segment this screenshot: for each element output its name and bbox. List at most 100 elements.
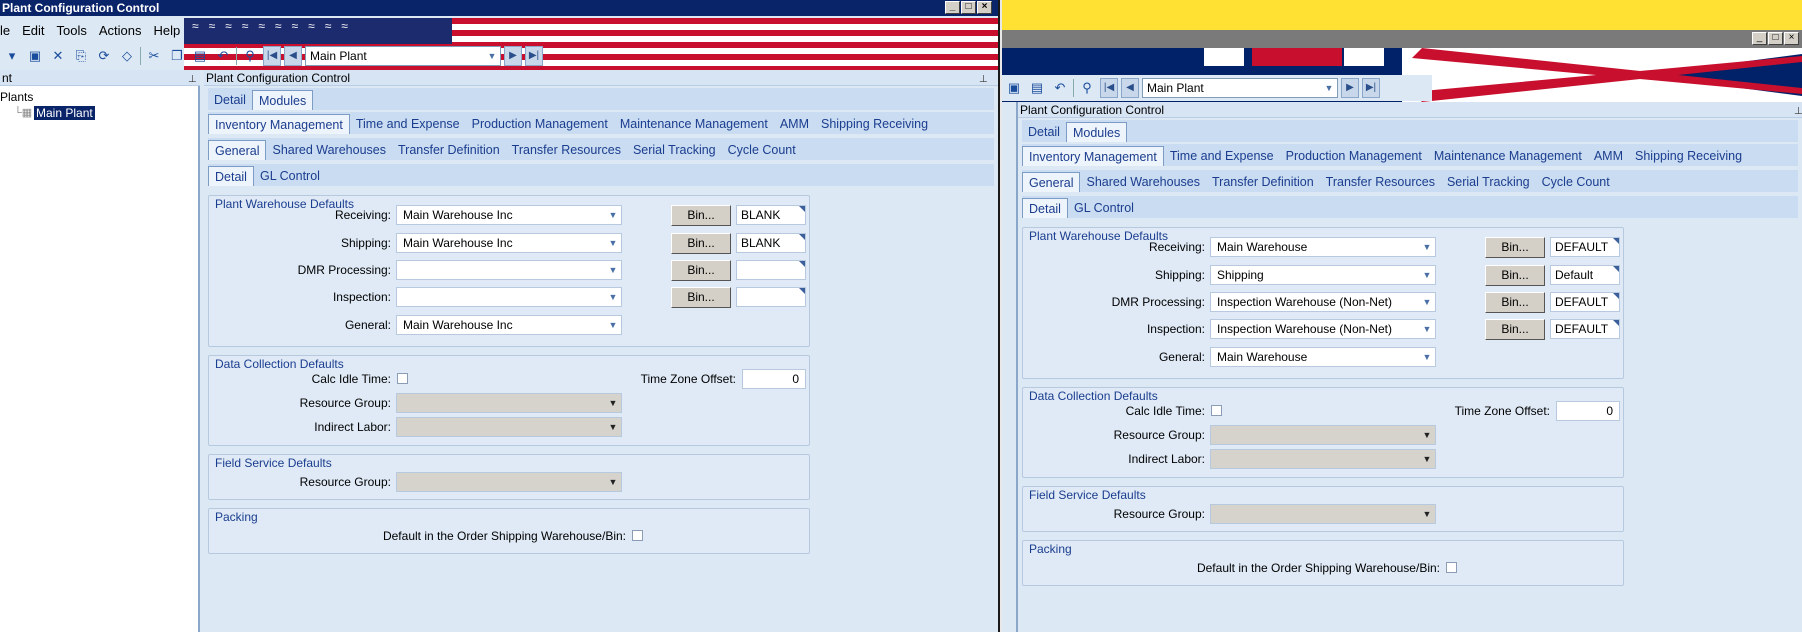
minimize-button[interactable]: _ xyxy=(945,1,960,14)
menu-tools[interactable]: Tools xyxy=(51,23,93,38)
general-combo[interactable]: Main Warehouse ▼ xyxy=(1210,347,1436,367)
tab-amm[interactable]: AMM xyxy=(1588,146,1629,166)
tab-serial-tracking[interactable]: Serial Tracking xyxy=(627,140,722,160)
tab-maintenance-management[interactable]: Maintenance Management xyxy=(1428,146,1588,166)
tab-cycle-count[interactable]: Cycle Count xyxy=(722,140,802,160)
field-resource-group-combo[interactable]: ▼ xyxy=(396,472,622,492)
shipping-bin-field[interactable]: BLANK xyxy=(736,233,806,253)
calc-idle-time-checkbox[interactable] xyxy=(397,373,408,384)
tab-inventory-management[interactable]: Inventory Management xyxy=(1022,146,1164,166)
receiving-combo[interactable]: Main Warehouse Inc ▼ xyxy=(396,205,622,225)
undo-icon[interactable]: ↶ xyxy=(213,46,233,66)
shipping-combo[interactable]: Shipping ▼ xyxy=(1210,265,1436,285)
pin-icon[interactable]: ⊥ xyxy=(979,72,988,88)
attach-icon[interactable]: ⎘ xyxy=(71,46,91,66)
close-button[interactable]: × xyxy=(1784,32,1799,45)
tab-general[interactable]: General xyxy=(1022,172,1081,192)
maximize-button[interactable]: □ xyxy=(961,1,976,14)
maximize-button[interactable]: □ xyxy=(1768,32,1783,45)
tab-production-management[interactable]: Production Management xyxy=(466,114,614,134)
close-button[interactable]: × xyxy=(977,1,992,14)
resource-group-combo[interactable]: ▼ xyxy=(396,393,622,413)
pin-icon[interactable]: ⊥ xyxy=(1794,104,1802,120)
dmr-bin-field[interactable]: DEFAULT xyxy=(1550,292,1620,312)
tab-shared-warehouses[interactable]: Shared Warehouses xyxy=(1080,172,1206,192)
shipping-bin-button[interactable]: Bin... xyxy=(1485,265,1545,286)
menu-help[interactable]: Help xyxy=(148,23,187,38)
tab-cycle-count[interactable]: Cycle Count xyxy=(1536,172,1616,192)
tab-shipping-receiving[interactable]: Shipping Receiving xyxy=(1629,146,1748,166)
inspection-combo[interactable]: ▼ xyxy=(396,287,622,307)
tab-general[interactable]: General xyxy=(208,140,267,160)
save-icon[interactable]: ▣ xyxy=(25,46,45,66)
menu-edit[interactable]: Edit xyxy=(16,23,50,38)
new-icon[interactable]: ▾ xyxy=(2,46,22,66)
copy-icon[interactable]: ❐ xyxy=(167,46,187,66)
indirect-labor-combo[interactable]: ▼ xyxy=(396,417,622,437)
plant-selector[interactable]: Main Plant ▼ xyxy=(305,46,501,66)
inspection-bin-button[interactable]: Bin... xyxy=(671,287,731,308)
calc-idle-time-checkbox[interactable] xyxy=(1211,405,1222,416)
receiving-bin-button[interactable]: Bin... xyxy=(671,205,731,226)
prev-record-button[interactable]: ◀ xyxy=(1121,78,1139,98)
time-zone-offset-input[interactable]: 0 xyxy=(742,369,806,389)
tab-modules[interactable]: Modules xyxy=(1065,122,1128,142)
receiving-bin-button[interactable]: Bin... xyxy=(1485,237,1545,258)
search-icon[interactable]: ⚲ xyxy=(1077,78,1097,98)
refresh-icon[interactable]: ⟳ xyxy=(94,46,114,66)
inspection-bin-button[interactable]: Bin... xyxy=(1485,319,1545,340)
general-combo[interactable]: Main Warehouse Inc ▼ xyxy=(396,315,622,335)
time-zone-offset-input[interactable]: 0 xyxy=(1556,401,1620,421)
last-record-button[interactable]: ▶| xyxy=(525,46,543,66)
undo-icon[interactable]: ↶ xyxy=(1050,78,1070,98)
cut-icon[interactable]: ✂ xyxy=(144,46,164,66)
next-record-button[interactable]: ▶ xyxy=(1341,78,1359,98)
menu-file[interactable]: le xyxy=(0,23,16,38)
tab-transfer-definition[interactable]: Transfer Definition xyxy=(392,140,506,160)
resource-group-combo[interactable]: ▼ xyxy=(1210,425,1436,445)
tab-detail[interactable]: Detail xyxy=(208,90,252,110)
delete-icon[interactable]: ✕ xyxy=(48,46,68,66)
tab-inner-detail[interactable]: Detail xyxy=(1022,198,1068,218)
inspection-combo[interactable]: Inspection Warehouse (Non-Net) ▼ xyxy=(1210,319,1436,339)
receiving-bin-field[interactable]: BLANK xyxy=(736,205,806,225)
tab-gl-control[interactable]: GL Control xyxy=(1068,198,1140,218)
tab-time-and-expense[interactable]: Time and Expense xyxy=(350,114,466,134)
shipping-combo[interactable]: Main Warehouse Inc ▼ xyxy=(396,233,622,253)
dmr-processing-combo[interactable]: ▼ xyxy=(396,260,622,280)
save-icon[interactable]: ▣ xyxy=(1004,78,1024,98)
tab-maintenance-management[interactable]: Maintenance Management xyxy=(614,114,774,134)
first-record-button[interactable]: |◀ xyxy=(1100,78,1118,98)
next-record-button[interactable]: ▶ xyxy=(504,46,522,66)
dmr-bin-button[interactable]: Bin... xyxy=(1485,292,1545,313)
last-record-button[interactable]: ▶| xyxy=(1362,78,1380,98)
tab-modules[interactable]: Modules xyxy=(251,90,314,110)
dmr-bin-field[interactable] xyxy=(736,260,806,280)
tab-shared-warehouses[interactable]: Shared Warehouses xyxy=(266,140,392,160)
minimize-button[interactable]: _ xyxy=(1752,32,1767,45)
inspection-bin-field[interactable]: DEFAULT xyxy=(1550,319,1620,339)
tab-time-and-expense[interactable]: Time and Expense xyxy=(1164,146,1280,166)
tab-gl-control[interactable]: GL Control xyxy=(254,166,326,186)
paste-icon[interactable]: ▤ xyxy=(190,46,210,66)
inspection-bin-field[interactable] xyxy=(736,287,806,307)
field-resource-group-combo[interactable]: ▼ xyxy=(1210,504,1436,524)
shipping-bin-button[interactable]: Bin... xyxy=(671,233,731,254)
plant-selector[interactable]: Main Plant ▼ xyxy=(1142,78,1338,98)
tab-serial-tracking[interactable]: Serial Tracking xyxy=(1441,172,1536,192)
menu-actions[interactable]: Actions xyxy=(93,23,148,38)
dmr-bin-button[interactable]: Bin... xyxy=(671,260,731,281)
shipping-bin-field[interactable]: Default xyxy=(1550,265,1620,285)
tree-item-main-plant[interactable]: Main Plant xyxy=(34,106,95,120)
tab-detail[interactable]: Detail xyxy=(1022,122,1066,142)
first-record-button[interactable]: |◀ xyxy=(263,46,281,66)
tab-shipping-receiving[interactable]: Shipping Receiving xyxy=(815,114,934,134)
default-order-shipping-checkbox[interactable] xyxy=(632,530,643,541)
tab-transfer-resources[interactable]: Transfer Resources xyxy=(506,140,627,160)
tab-inner-detail[interactable]: Detail xyxy=(208,166,254,186)
clear-icon[interactable]: ◇ xyxy=(117,46,137,66)
prev-record-button[interactable]: ◀ xyxy=(284,46,302,66)
search-icon[interactable]: ⚲ xyxy=(240,46,260,66)
tab-inventory-management[interactable]: Inventory Management xyxy=(208,114,350,134)
tab-amm[interactable]: AMM xyxy=(774,114,815,134)
